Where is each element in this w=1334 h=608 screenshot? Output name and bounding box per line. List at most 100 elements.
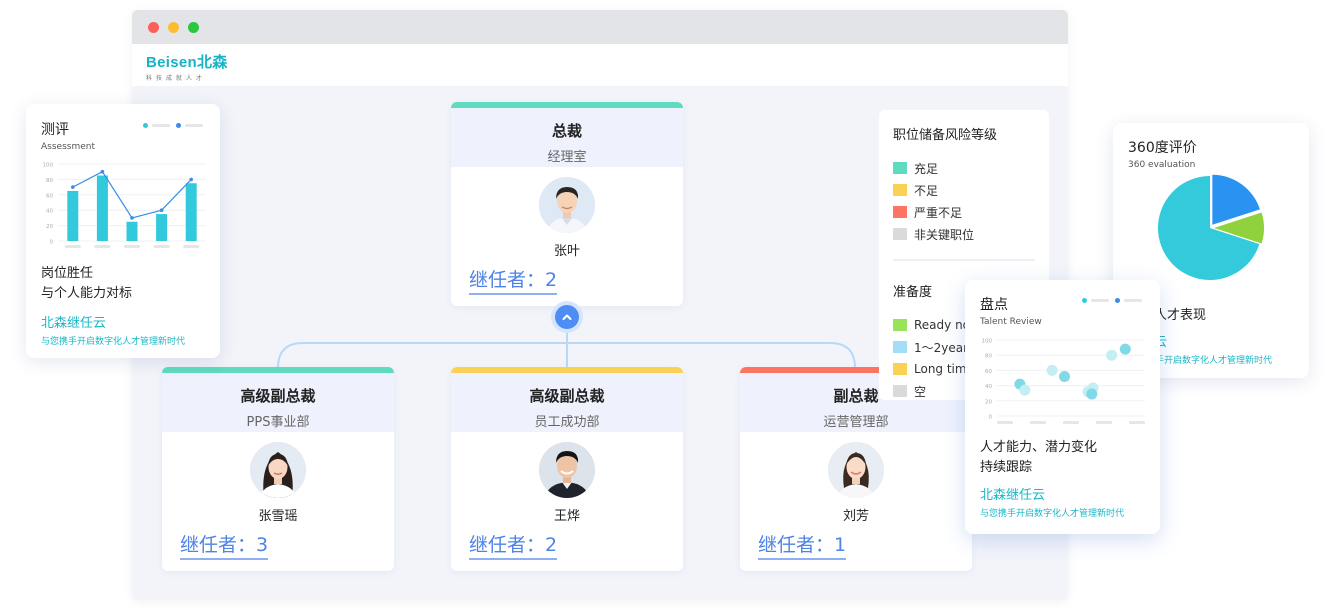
x-tick-placeholder — [94, 245, 111, 248]
assessment-card[interactable]: 测评 Assessment 0 20 40 60 80 100 岗位胜任 与个人能力对标 … — [26, 104, 220, 358]
scatter-point — [1086, 388, 1098, 400]
evaluation-pie-chart — [1158, 174, 1264, 280]
logo-tagline: 科技成就人才 — [146, 75, 207, 82]
y-tick-label: 20 — [985, 399, 992, 405]
department-name: PPS事业部 — [246, 415, 310, 430]
legend-swatch — [893, 228, 907, 240]
legend-swatch — [893, 206, 907, 218]
app-header: Beisen北森 科技成就人才 — [132, 44, 1068, 86]
review-slogan: 与您携手开启数字化人才管理新时代 — [980, 509, 1125, 519]
y-tick-label: 40 — [46, 209, 53, 215]
logo-text: Beisen北森 — [146, 54, 228, 71]
scatter-point — [1119, 343, 1131, 355]
line-point — [100, 169, 105, 174]
y-tick-label: 100 — [43, 163, 54, 169]
review-desc-1: 人才能力、潜力变化 — [980, 440, 1098, 455]
maximize-window-button[interactable] — [188, 22, 199, 33]
successor-count-link[interactable]: 继任者：2 — [469, 530, 558, 560]
position-header: 总裁 经理室 — [451, 108, 683, 167]
legend-dot — [1082, 298, 1087, 303]
risk-legend-list: 充足不足严重不足非关键职位 — [893, 157, 1035, 245]
y-tick-label: 0 — [50, 240, 54, 246]
review-title: 盘点 — [980, 297, 1008, 313]
successor-count-link[interactable]: 继任者：1 — [758, 530, 847, 560]
department-name: 员工成功部 — [534, 415, 600, 430]
legend-line — [185, 124, 203, 127]
legend-line — [152, 124, 170, 127]
x-tick-placeholder — [1063, 421, 1079, 424]
y-tick-label: 80 — [46, 178, 53, 184]
assessment-title: 测评 — [41, 122, 69, 138]
mini-legend — [1082, 298, 1148, 303]
bar — [67, 190, 79, 241]
legend-swatch — [893, 162, 907, 174]
scatter-point — [1019, 384, 1031, 396]
org-card-child-2[interactable]: 高级副总裁 员工成功部 王烨 继任者：2 — [451, 367, 683, 571]
x-tick-placeholder — [153, 245, 170, 248]
risk-legend-item: 不足 — [893, 179, 1035, 201]
position-title: 高级副总裁 — [240, 387, 316, 405]
department-name: 经理室 — [547, 150, 587, 165]
legend-label: 不足 — [914, 183, 939, 198]
review-brand: 北森继任云 — [980, 488, 1046, 503]
department-name: 运营管理部 — [823, 415, 889, 430]
line-point — [130, 216, 134, 220]
risk-legend-title: 职位储备风险等级 — [893, 128, 998, 143]
position-title: 高级副总裁 — [529, 387, 605, 405]
employee-name: 刘芳 — [842, 509, 869, 524]
bar — [96, 175, 108, 241]
employee-name: 王烨 — [553, 509, 580, 524]
org-card-child-1[interactable]: 高级副总裁 PPS事业部 张雪瑶 继任者：3 — [162, 367, 394, 571]
legend-swatch — [893, 319, 907, 331]
risk-legend-item: 严重不足 — [893, 201, 1035, 223]
org-card-top[interactable]: 总裁 经理室 张叶 继任者：2 — [451, 102, 683, 306]
legend-swatch — [893, 363, 907, 375]
scatter-point — [1106, 349, 1118, 361]
avatar — [539, 442, 595, 498]
legend-label: 充足 — [914, 161, 939, 176]
beisen-logo[interactable]: Beisen北森 科技成就人才 — [146, 51, 228, 82]
y-tick-label: 60 — [985, 369, 992, 375]
assessment-desc-2: 与个人能力对标 — [41, 286, 133, 301]
legend-swatch — [893, 341, 907, 353]
y-tick-label: 20 — [46, 224, 53, 230]
legend-dot — [143, 123, 148, 128]
risk-legend-item: 非关键职位 — [893, 223, 1035, 245]
legend-swatch — [893, 385, 907, 397]
x-tick-placeholder — [1129, 421, 1145, 424]
legend-label: 非关键职位 — [914, 227, 975, 242]
x-tick-placeholder — [64, 245, 81, 248]
collapse-button[interactable] — [555, 305, 579, 329]
assessment-brand: 北森继任云 — [41, 316, 107, 331]
bar — [126, 221, 138, 241]
scatter-point — [1046, 364, 1058, 376]
review-scatter-chart: 0 20 40 60 80 100 — [982, 339, 1145, 424]
talent-review-card[interactable]: 盘点 Talent Review 0 20 40 60 80 100 人才能力、潜力变化 … — [965, 280, 1160, 534]
browser-title-bar — [132, 10, 1068, 44]
successor-count-link[interactable]: 继任者：2 — [469, 265, 558, 295]
legend-label: 严重不足 — [914, 205, 963, 220]
minimize-window-button[interactable] — [168, 22, 179, 33]
avatar — [250, 442, 306, 498]
review-desc-2: 持续跟踪 — [980, 460, 1033, 475]
legend-label: 空 — [914, 384, 927, 399]
mini-legend — [143, 123, 209, 128]
chevron-up-icon — [562, 314, 572, 320]
x-tick-placeholder — [183, 245, 200, 248]
employee-name: 张叶 — [553, 244, 580, 259]
successor-count-link[interactable]: 继任者：3 — [180, 530, 269, 560]
assessment-desc-1: 岗位胜任 — [41, 266, 94, 281]
x-tick-placeholder — [1030, 421, 1046, 424]
scatter-point — [1059, 370, 1071, 382]
legend-swatch — [893, 184, 907, 196]
review-subtitle: Talent Review — [980, 317, 1042, 327]
close-window-button[interactable] — [148, 22, 159, 33]
avatar — [828, 442, 884, 498]
y-tick-label: 40 — [985, 384, 992, 390]
legend-divider — [893, 259, 1035, 261]
legend-dot — [176, 123, 181, 128]
line-point — [159, 208, 164, 212]
x-tick-placeholder — [1096, 421, 1112, 424]
line-point — [71, 185, 75, 189]
y-tick-label: 100 — [982, 339, 993, 345]
